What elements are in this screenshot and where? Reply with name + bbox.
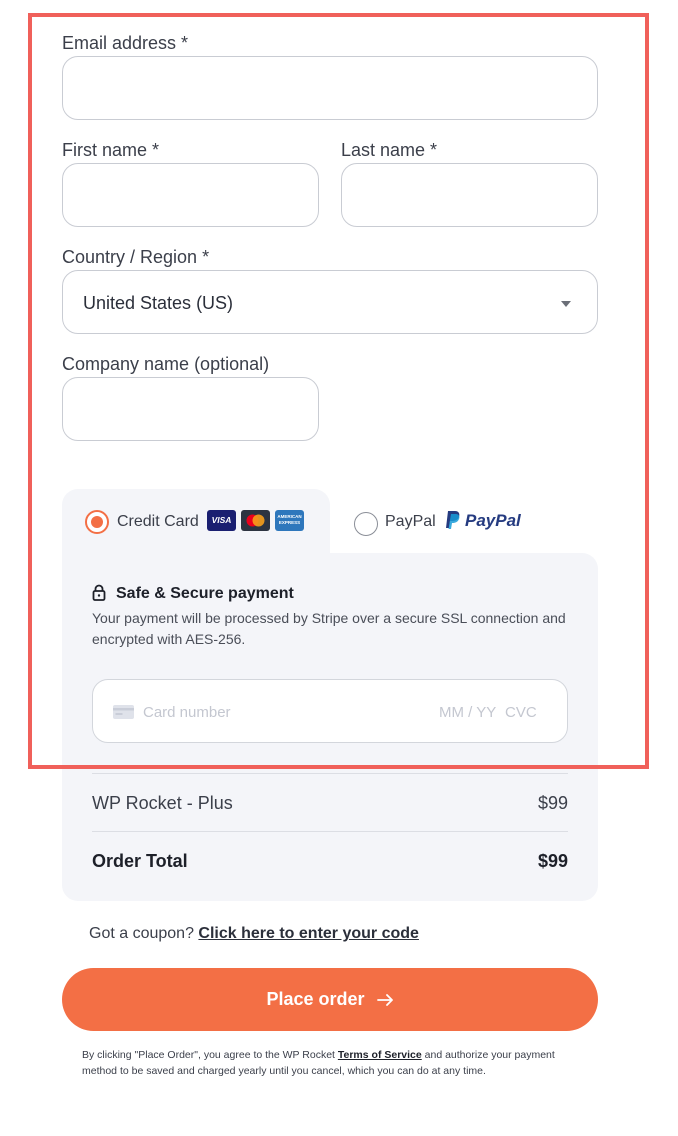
lock-icon xyxy=(92,584,106,601)
credit-card-radio[interactable] xyxy=(85,510,109,534)
company-input[interactable] xyxy=(62,377,319,441)
terms-text-before: By clicking "Place Order", you agree to … xyxy=(82,1049,338,1061)
paypal-label: PayPal xyxy=(385,513,436,530)
credit-card-label: Credit Card xyxy=(117,513,199,530)
arrow-right-icon xyxy=(376,993,393,1006)
first-name-input[interactable] xyxy=(62,163,319,227)
paypal-radio[interactable] xyxy=(354,512,378,536)
product-name: WP Rocket - Plus xyxy=(92,793,233,813)
visa-text: VISA xyxy=(211,515,232,525)
card-icon xyxy=(113,705,134,719)
card-number-field[interactable]: Card number MM / YY CVC xyxy=(92,679,568,743)
coupon-prompt-text: Got a coupon? xyxy=(89,925,194,942)
mastercard-icon xyxy=(241,510,270,531)
first-name-label: First name * xyxy=(62,140,160,160)
card-number-placeholder: Card number xyxy=(143,704,231,721)
paypal-logo-text: PayPal xyxy=(465,511,521,530)
country-select-value: United States (US) xyxy=(83,293,234,313)
country-label: Country / Region * xyxy=(62,247,210,267)
summary-divider-top xyxy=(92,773,568,774)
place-order-button[interactable]: Place order xyxy=(62,968,598,1031)
last-name-label: Last name * xyxy=(341,140,438,160)
coupon-prompt: Got a coupon? Click here to enter your c… xyxy=(89,925,419,943)
last-name-input[interactable] xyxy=(341,163,598,227)
country-select[interactable]: United States (US) xyxy=(62,270,598,334)
place-order-label: Place order xyxy=(266,989,365,1009)
summary-divider xyxy=(92,831,568,832)
paypal-icon xyxy=(446,511,460,529)
amex-text: AMERICAN EXPRESS xyxy=(277,514,302,525)
chevron-down-icon xyxy=(561,301,571,307)
amex-icon: AMERICAN EXPRESS xyxy=(275,510,304,531)
visa-icon: VISA xyxy=(207,510,236,531)
expiry-placeholder[interactable]: MM / YY xyxy=(439,704,496,721)
email-label: Email address * xyxy=(62,33,189,53)
cvc-placeholder[interactable]: CVC xyxy=(505,704,537,721)
product-price: $99 xyxy=(537,793,568,813)
coupon-link[interactable]: Click here to enter your code xyxy=(198,925,419,942)
company-label: Company name (optional) xyxy=(62,354,270,374)
terms-of-service-link[interactable]: Terms of Service xyxy=(338,1049,422,1061)
secure-payment-title: Safe & Secure payment xyxy=(116,585,294,602)
terms-text: By clicking "Place Order", you agree to … xyxy=(82,1047,582,1079)
email-input[interactable] xyxy=(62,56,598,120)
secure-payment-description: Your payment will be processed by Stripe… xyxy=(92,610,566,647)
order-total-price: $99 xyxy=(537,851,568,871)
paypal-logo: PayPal xyxy=(465,511,521,531)
order-total-label: Order Total xyxy=(92,851,188,871)
